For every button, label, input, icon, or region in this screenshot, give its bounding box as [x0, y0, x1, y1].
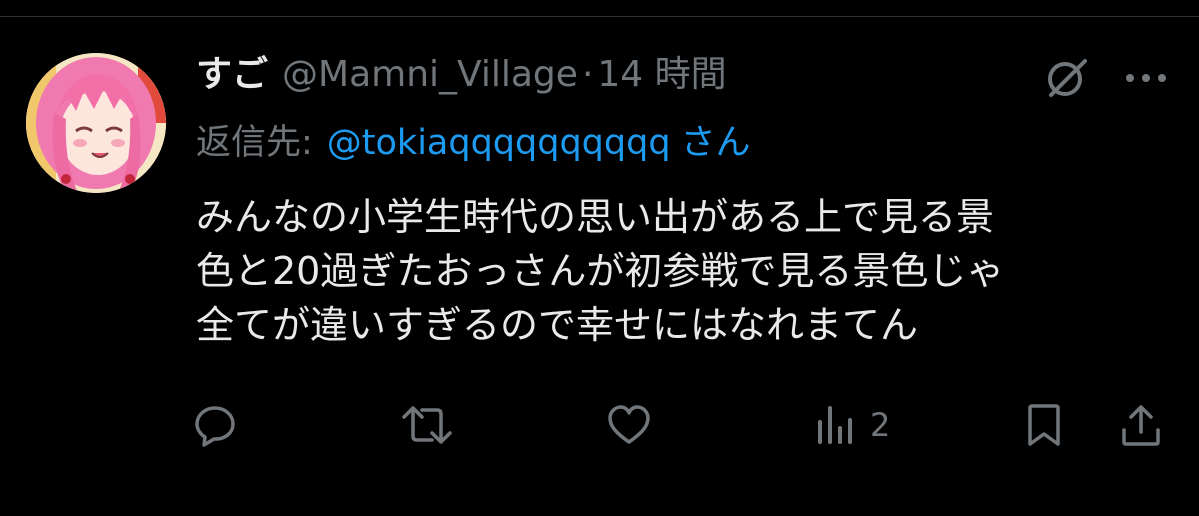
top-divider — [0, 16, 1199, 17]
bookmark-icon — [1028, 404, 1060, 446]
tweet-text: みんなの小学生時代の思い出がある上で見る景 色と20過ぎたおっさんが初参戦で見る… — [196, 190, 1176, 352]
retweet-icon — [402, 406, 452, 444]
more-options-button[interactable] — [1122, 60, 1170, 96]
retweet-button[interactable] — [400, 400, 454, 450]
reply-prefix: 返信先: — [196, 123, 313, 163]
tweet-text-line: みんなの小学生時代の思い出がある上で見る景 — [196, 195, 995, 239]
avatar[interactable] — [26, 53, 166, 193]
views-icon — [818, 406, 852, 444]
bookmark-button[interactable] — [1022, 400, 1066, 450]
reply-context: 返信先: @tokiaqqqqqqqqqq さん — [196, 118, 751, 168]
views-button[interactable]: 2 — [814, 400, 890, 450]
reply-user-link[interactable]: @tokiaqqqqqqqqqq — [327, 118, 671, 168]
reply-suffix: さん — [680, 123, 751, 163]
display-name[interactable]: すご — [196, 50, 268, 100]
like-button[interactable] — [606, 400, 652, 450]
tweet-header: すご @Mamni_Village · 14 時間 — [196, 50, 727, 100]
more-icon — [1126, 74, 1166, 82]
tweet-text-line: 全てが違いすぎるので幸せにはなれまてん — [196, 303, 919, 347]
avatar-image — [26, 53, 166, 193]
like-icon — [608, 405, 650, 444]
views-count: 2 — [870, 406, 891, 444]
separator-dot: · — [581, 54, 594, 95]
reply-button[interactable] — [192, 400, 238, 450]
grok-icon — [1048, 59, 1087, 97]
timestamp[interactable]: 14 時間 — [597, 50, 726, 100]
tweet-text-line: 色と20過ぎたおっさんが初参戦で見る景色じゃ — [196, 249, 1005, 293]
user-handle[interactable]: @Mamni_Village — [282, 50, 578, 100]
grok-button[interactable] — [1043, 53, 1091, 101]
action-bar: 2 — [0, 400, 1199, 450]
share-button[interactable] — [1118, 400, 1164, 450]
reply-icon — [195, 406, 235, 447]
share-icon — [1122, 405, 1160, 446]
